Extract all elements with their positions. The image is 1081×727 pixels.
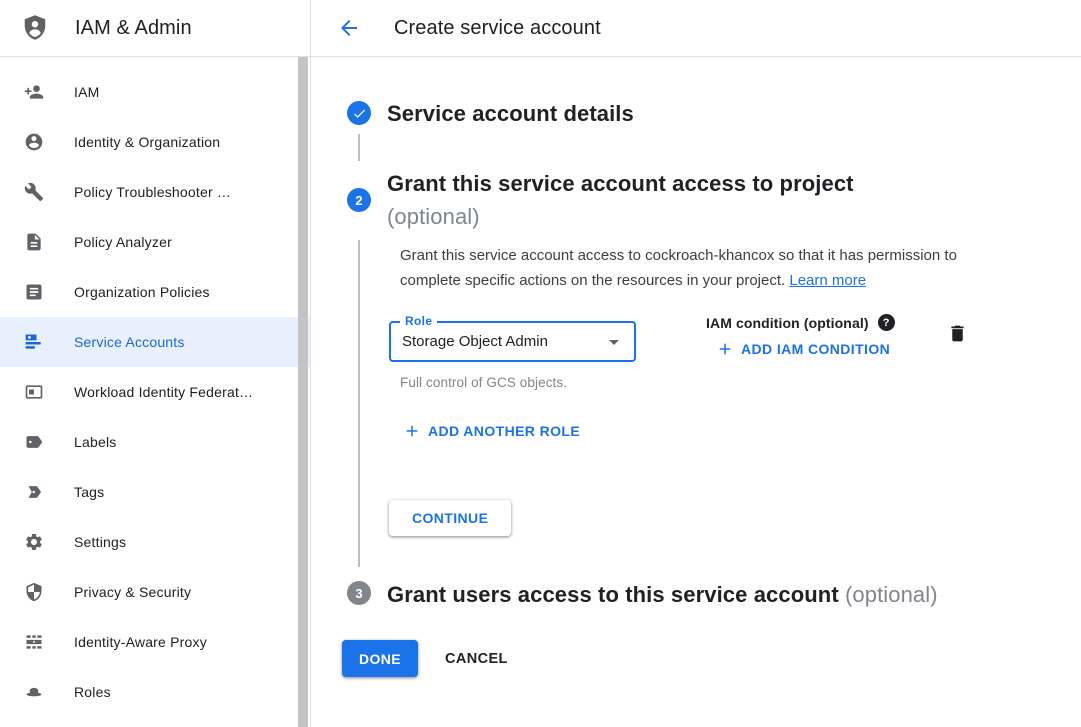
shield-icon	[24, 582, 44, 602]
delete-role-button[interactable]	[945, 323, 969, 347]
badge-card-icon	[24, 382, 44, 402]
cancel-button[interactable]: CANCEL	[436, 640, 517, 677]
step3-number-badge: 3	[347, 581, 371, 605]
step2-title: Grant this service account access to pro…	[387, 167, 854, 233]
sidebar-nav: IAM Identity & Organization Policy Troub…	[0, 57, 311, 727]
arrow-back-icon	[337, 16, 361, 40]
step2-number-badge: 2	[347, 188, 371, 212]
gear-icon	[24, 532, 44, 552]
add-another-role-label: ADD ANOTHER ROLE	[428, 423, 580, 439]
continue-button[interactable]: CONTINUE	[389, 500, 511, 536]
service-account-icon	[24, 332, 44, 352]
plus-icon	[403, 422, 421, 440]
hat-icon	[24, 682, 44, 702]
page-title: Create service account	[394, 17, 601, 40]
sidebar-item-policy-analyzer[interactable]: Policy Analyzer	[0, 217, 310, 267]
learn-more-link[interactable]: Learn more	[789, 272, 866, 289]
step3-optional-label: (optional)	[845, 582, 938, 607]
article-icon	[24, 282, 44, 302]
sidebar-item-label: Policy Analyzer	[74, 234, 172, 250]
sidebar-item-identity-organization[interactable]: Identity & Organization	[0, 117, 310, 167]
back-button[interactable]	[337, 16, 361, 40]
sidebar-item-label: Roles	[74, 684, 111, 700]
sidebar-item-label: Policy Troubleshooter …	[74, 184, 231, 200]
plus-icon	[716, 340, 734, 358]
sidebar-item-roles[interactable]: Roles	[0, 667, 310, 717]
sidebar-scrollbar[interactable]	[298, 57, 308, 727]
trash-icon	[947, 323, 968, 344]
sidebar-item-label: Identity & Organization	[74, 134, 220, 150]
product-header: IAM & Admin	[0, 0, 311, 56]
step3-optional-text: (optional)	[845, 582, 938, 607]
add-iam-condition-button[interactable]: ADD IAM CONDITION	[716, 340, 890, 358]
add-another-role-button[interactable]: ADD ANOTHER ROLE	[403, 422, 580, 440]
sidebar-item-iam[interactable]: IAM	[0, 67, 310, 117]
sidebar-item-label: Settings	[74, 534, 126, 550]
step2-title-text: Grant this service account access to pro…	[387, 167, 854, 200]
document-gear-icon	[24, 232, 44, 252]
iam-condition-header: IAM condition (optional) ?	[706, 314, 895, 331]
sidebar-item-label: Service Accounts	[74, 334, 185, 350]
tag-arrow-icon	[24, 482, 44, 502]
wrench-icon	[24, 182, 44, 202]
sidebar-item-policy-troubleshooter[interactable]: Policy Troubleshooter …	[0, 167, 310, 217]
person-add-icon	[24, 82, 44, 102]
sidebar-item-label: IAM	[74, 84, 100, 100]
sidebar-item-privacy-security[interactable]: Privacy & Security	[0, 567, 310, 617]
sidebar-item-label: Organization Policies	[74, 284, 210, 300]
sidebar-item-identity-aware-proxy[interactable]: Identity-Aware Proxy	[0, 617, 310, 667]
sidebar-item-label: Labels	[74, 434, 116, 450]
sidebar-item-settings[interactable]: Settings	[0, 517, 310, 567]
sidebar-item-label: Workload Identity Federat…	[74, 384, 253, 400]
add-iam-condition-label: ADD IAM CONDITION	[741, 341, 890, 357]
role-helper-text: Full control of GCS objects.	[400, 375, 567, 390]
step-connector	[358, 134, 360, 161]
iap-icon	[24, 632, 44, 652]
sidebar-item-labels[interactable]: Labels	[0, 417, 310, 467]
step3-title: Grant users access to this service accou…	[387, 578, 938, 611]
step1-title: Service account details	[387, 97, 634, 130]
account-circle-icon	[24, 132, 44, 152]
sidebar-item-label: Identity-Aware Proxy	[74, 634, 207, 650]
step2-description: Grant this service account access to coc…	[400, 243, 992, 293]
label-icon	[24, 432, 44, 452]
sidebar-item-workload-identity-federation[interactable]: Workload Identity Federat…	[0, 367, 310, 417]
help-icon[interactable]: ?	[878, 314, 895, 331]
step-connector	[358, 240, 360, 567]
role-selected-value: Storage Object Admin	[402, 323, 548, 360]
product-title: IAM & Admin	[75, 17, 192, 40]
role-select[interactable]: Role Storage Object Admin	[389, 321, 636, 362]
dropdown-arrow-icon	[602, 330, 626, 359]
step2-description-text: Grant this service account access to coc…	[400, 247, 957, 289]
step3-title-text: Grant users access to this service accou…	[387, 582, 839, 607]
step2-number: 2	[355, 193, 362, 208]
step1-completed-check-icon	[347, 101, 371, 125]
sidebar-item-tags[interactable]: Tags	[0, 467, 310, 517]
sidebar-item-organization-policies[interactable]: Organization Policies	[0, 267, 310, 317]
top-header: IAM & Admin Create service account	[0, 0, 1081, 57]
done-button[interactable]: DONE	[342, 640, 418, 677]
sidebar-item-label: Tags	[74, 484, 104, 500]
step2-optional-label: (optional)	[387, 200, 854, 233]
step3-number: 3	[355, 586, 362, 601]
iam-condition-label: IAM condition (optional)	[706, 315, 869, 331]
sidebar-item-label: Privacy & Security	[74, 584, 191, 600]
create-service-account-form: Service account details 2 Grant this ser…	[311, 57, 1081, 727]
iam-admin-shield-logo-icon	[20, 13, 50, 43]
sidebar-item-service-accounts[interactable]: Service Accounts	[0, 317, 310, 367]
page-header: Create service account	[311, 0, 1081, 56]
